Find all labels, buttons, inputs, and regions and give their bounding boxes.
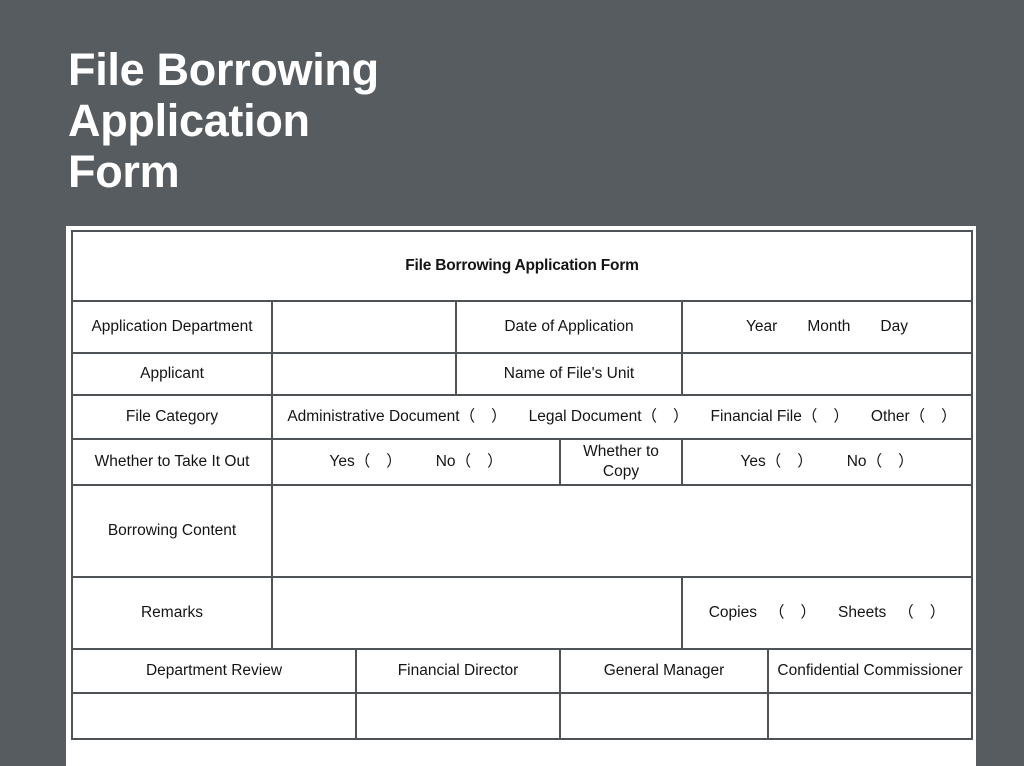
table-row-heading: File Borrowing Application Form: [70, 230, 974, 302]
file-borrowing-form-table: File Borrowing Application Form Applicat…: [70, 230, 974, 740]
table-row-file-category: File Category Administrative Document（） L…: [71, 394, 974, 440]
take-it-out-yes-close-paren: ）: [386, 453, 402, 470]
file-category-open-paren-other: （: [909, 408, 926, 425]
file-category-option-financial[interactable]: Financial File（ ）: [711, 408, 849, 425]
take-it-out-no-label: No: [435, 453, 456, 470]
take-it-out-label: Whether to Take It Out: [71, 438, 273, 486]
file-category-options[interactable]: Administrative Document（） Legal Document（…: [270, 394, 974, 440]
sheets-close-paren: ）: [929, 604, 946, 621]
remarks-value[interactable]: [271, 576, 683, 650]
department-review-value[interactable]: [71, 692, 357, 740]
borrowing-content-label: Borrowing Content: [71, 484, 273, 578]
financial-director-value[interactable]: [355, 692, 561, 740]
date-month-label: Month: [807, 318, 851, 335]
form-heading: File Borrowing Application Form: [70, 230, 974, 302]
whether-to-copy-label: Whether to Copy: [559, 438, 683, 486]
whether-to-copy-options[interactable]: Yes（） No（）: [680, 438, 974, 486]
form-card: File Borrowing Application Form Applicat…: [66, 226, 976, 766]
table-row-signature-headers: Department Review Financial Director Gen…: [71, 648, 974, 694]
copy-no-close-paren: ）: [898, 453, 914, 470]
borrowing-content-value[interactable]: [270, 484, 974, 578]
copies-label: Copies: [708, 604, 757, 621]
file-category-close-paren-administrative: ）: [491, 408, 507, 425]
table-row-borrowing-content: Borrowing Content: [71, 484, 974, 578]
sheets-label: Sheets: [838, 604, 887, 621]
remarks-label: Remarks: [71, 576, 273, 650]
slide: File Borrowing Application Form File Bor…: [0, 0, 1024, 766]
confidential-commissioner-label: Confidential Commissioner: [766, 648, 974, 694]
date-year-label: Year: [746, 318, 778, 335]
table-row-remarks: Remarks Copies （ ） Sheets （ ）: [71, 576, 974, 650]
date-of-application-value[interactable]: Year Month Day: [680, 300, 974, 354]
file-unit-label: Name of File's Unit: [455, 352, 683, 396]
file-category-option-legal-label: Legal Document: [528, 408, 642, 425]
take-it-out-no-open-paren: （: [455, 453, 472, 470]
copy-yes-close-paren: ）: [797, 453, 813, 470]
file-category-option-other-label: Other: [870, 408, 910, 425]
file-category-close-paren-other: ）: [941, 408, 957, 425]
application-department-label: Application Department: [71, 300, 273, 354]
copy-yes-label: Yes: [740, 453, 766, 470]
application-department-value[interactable]: [271, 300, 457, 354]
copy-no-label: No: [846, 453, 867, 470]
file-category-option-financial-label: Financial File: [710, 408, 802, 425]
copy-no-open-paren: （: [866, 453, 883, 470]
file-category-open-paren-legal: （: [641, 408, 658, 425]
sheets-open-paren: （: [898, 604, 914, 621]
take-it-out-yes-open-paren: （: [354, 453, 371, 470]
applicant-value[interactable]: [271, 352, 457, 396]
file-category-label: File Category: [71, 394, 273, 440]
confidential-commissioner-value[interactable]: [766, 692, 974, 740]
file-category-option-administrative[interactable]: Administrative Document（ ）: [287, 408, 506, 425]
date-of-application-label: Date of Application: [455, 300, 683, 354]
copies-sheets-cell[interactable]: Copies （ ） Sheets （ ）: [680, 576, 974, 650]
copies-open-paren: （: [768, 604, 785, 621]
page-title: File Borrowing Application Form: [68, 44, 379, 197]
table-row-applicant: Applicant Name of File's Unit: [71, 352, 974, 396]
file-category-option-administrative-label: Administrative Document: [287, 408, 460, 425]
table-row-application-department: Application Department Date of Applicati…: [71, 300, 974, 354]
table-row-signature-values: [71, 692, 974, 740]
applicant-label: Applicant: [71, 352, 273, 396]
take-it-out-options[interactable]: Yes（） No（）: [271, 438, 561, 486]
financial-director-label: Financial Director: [355, 648, 561, 694]
copies-close-paren: ）: [800, 604, 816, 621]
file-category-close-paren-financial: ）: [833, 408, 849, 425]
file-category-open-paren-financial: （: [801, 408, 818, 425]
file-category-close-paren-legal: ）: [673, 408, 689, 425]
general-manager-value[interactable]: [559, 692, 769, 740]
take-it-out-no-close-paren: ）: [487, 453, 503, 470]
file-unit-value[interactable]: [680, 352, 974, 396]
general-manager-label: General Manager: [559, 648, 769, 694]
table-row-take-out-copy: Whether to Take It Out Yes（） No（） Whether…: [71, 438, 974, 486]
copy-yes-open-paren: （: [765, 453, 782, 470]
take-it-out-yes-label: Yes: [329, 453, 355, 470]
department-review-label: Department Review: [71, 648, 357, 694]
file-category-option-legal[interactable]: Legal Document（ ）: [529, 408, 689, 425]
file-category-option-other[interactable]: Other（ ）: [871, 408, 957, 425]
date-day-label: Day: [880, 318, 908, 335]
file-category-open-paren-administrative: （: [459, 408, 476, 425]
